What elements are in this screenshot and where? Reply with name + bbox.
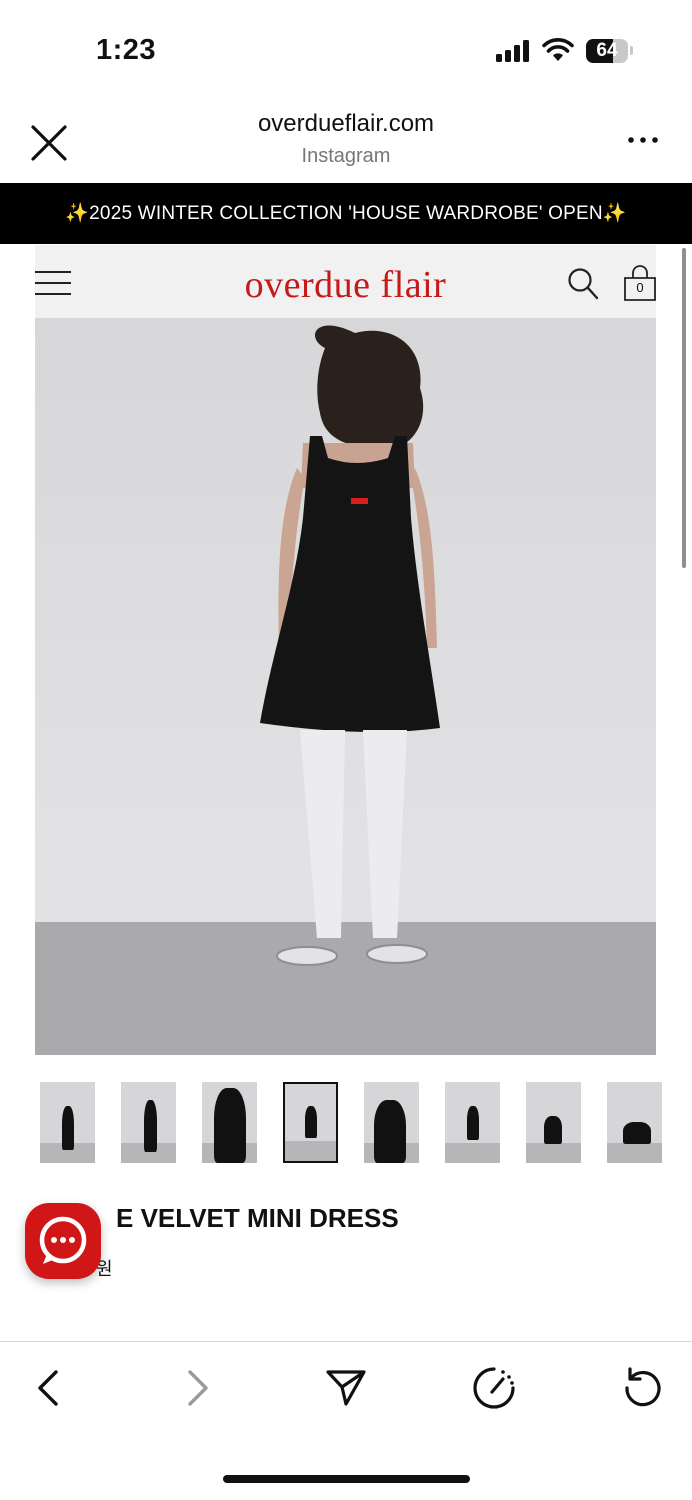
announcement-text: 2025 WINTER COLLECTION 'HOUSE WARDROBE' … (89, 203, 603, 224)
status-time: 1:23 (96, 34, 157, 66)
battery-nub (630, 46, 633, 55)
back-icon[interactable] (25, 1364, 73, 1412)
browser-header: overdueflair.com Instagram (0, 100, 692, 182)
product-title: E VELVET MINI DRESS (116, 1203, 399, 1233)
chat-button[interactable] (25, 1203, 101, 1279)
shopping-bag-icon[interactable]: 0 (622, 265, 658, 303)
thumbnail-3[interactable] (202, 1082, 257, 1163)
model-figure (260, 325, 440, 966)
status-bar: 1:23 64 (0, 0, 692, 100)
cart-count: 0 (636, 280, 644, 295)
battery-icon: 64 (586, 39, 628, 63)
cellular-signal-icon (496, 40, 529, 62)
search-icon[interactable] (567, 267, 599, 301)
site-header: overdue flair 0 (35, 245, 656, 318)
share-icon[interactable] (322, 1364, 370, 1412)
sparkle-icon: ✨ (602, 203, 627, 224)
more-dots-icon[interactable] (626, 130, 662, 150)
product-main-image[interactable] (35, 318, 656, 1055)
speed-icon[interactable] (470, 1364, 518, 1412)
url-domain[interactable]: overdueflair.com (0, 110, 692, 138)
home-indicator[interactable] (223, 1475, 470, 1483)
thumbnail-8[interactable] (607, 1082, 662, 1163)
reload-icon[interactable] (619, 1364, 667, 1412)
wifi-icon (542, 38, 574, 61)
thumbnail-6[interactable] (445, 1082, 500, 1163)
site-logo[interactable]: overdue flair (35, 263, 656, 307)
thumbnail-7[interactable] (526, 1082, 581, 1163)
url-source: Instagram (301, 145, 391, 167)
sparkle-icon: ✨ (65, 203, 90, 224)
thumbnail-5[interactable] (364, 1082, 419, 1163)
thumbnail-4[interactable] (283, 1082, 338, 1163)
thumbnail-1[interactable] (40, 1082, 95, 1163)
page-scrollbar[interactable] (682, 248, 686, 568)
announcement-bar[interactable]: ✨2025 WINTER COLLECTION 'HOUSE WARDROBE'… (0, 183, 692, 244)
forward-icon[interactable] (173, 1364, 221, 1412)
battery-level: 64 (596, 40, 618, 61)
chat-bubble-icon (39, 1216, 87, 1264)
thumbnail-2[interactable] (121, 1082, 176, 1163)
